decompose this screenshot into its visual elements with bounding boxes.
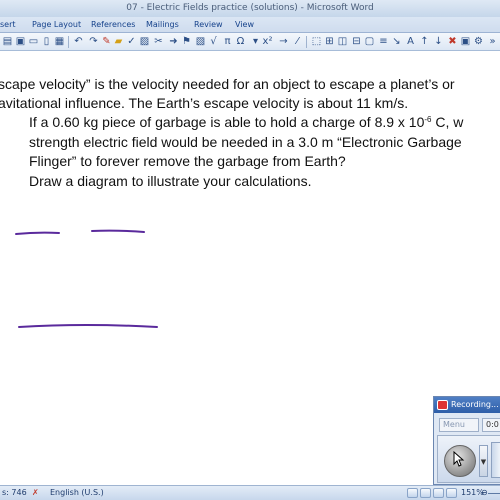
image-icon[interactable]: ▨ [139, 36, 150, 47]
proofing-icon[interactable]: ✗ [32, 486, 39, 500]
print-icon[interactable]: ▦ [54, 36, 65, 47]
symbol-omega-icon[interactable]: Ω [235, 36, 246, 47]
web-layout-button[interactable] [433, 488, 444, 498]
select-icon[interactable]: ⬚ [311, 36, 322, 47]
down-arrow-icon[interactable]: ↓ [433, 36, 444, 47]
redo-icon[interactable]: ↷ [88, 36, 99, 47]
open-icon[interactable]: ▭ [28, 36, 39, 47]
format-icon[interactable]: ▧ [195, 36, 206, 47]
save-icon[interactable]: ▣ [15, 36, 26, 47]
up-arrow-icon[interactable]: ↑ [419, 36, 430, 47]
more-icon[interactable]: » [487, 36, 498, 47]
outline-button[interactable] [446, 488, 457, 498]
tab-references[interactable]: References [91, 18, 135, 32]
pi-icon[interactable]: π [222, 36, 233, 47]
recording-time: 0:0 [482, 418, 500, 432]
recording-title-bar[interactable]: Recording... [434, 397, 500, 413]
cut-icon[interactable]: ✂ [153, 36, 164, 47]
paste-icon[interactable]: ▤ [2, 36, 13, 47]
tab-insert[interactable]: sert [0, 18, 16, 32]
recording-window[interactable]: Recording... Menu 0:0 ▼ [433, 396, 500, 485]
new-icon[interactable]: ▯ [41, 36, 52, 47]
word-count[interactable]: s: 746 [2, 486, 27, 500]
zoom-slider[interactable] [488, 493, 500, 494]
tab-review[interactable]: Review [194, 18, 223, 32]
pen-icon[interactable]: ✎ [101, 36, 112, 47]
ribbon-tabs: sert Page Layout References Mailings Rev… [0, 17, 500, 33]
window-icon[interactable]: ▣ [460, 36, 471, 47]
toolbar-divider [68, 36, 69, 48]
cursor-icon [453, 451, 465, 467]
delete-icon[interactable]: ✖ [447, 36, 458, 47]
chevron-down-icon[interactable]: ▼ [479, 445, 488, 477]
flag-icon[interactable]: ⚑ [181, 36, 192, 47]
ink-stroke-plate-left [15, 231, 60, 235]
status-bar: s: 746 ✗ English (U.S.) 151% ⊖ [0, 485, 500, 500]
undo-icon[interactable]: ↶ [73, 36, 84, 47]
ink-drawing [15, 229, 158, 328]
quick-access-toolbar: ▤ ▣ ▭ ▯ ▦ ↶ ↷ ✎ ▰ ✓ ▨ ✂ ➜ ⚑ ▧ √ π Ω ▾ x²… [0, 33, 500, 51]
shape-icon[interactable]: ◫ [337, 36, 348, 47]
tab-page-layout[interactable]: Page Layout [32, 18, 81, 32]
align-icon[interactable]: ≡ [378, 36, 389, 47]
arrow-right-icon[interactable]: → [278, 36, 289, 47]
text-icon[interactable]: A [405, 36, 416, 47]
arrow-icon[interactable]: ↘ [391, 36, 402, 47]
recorder-menu[interactable]: Menu [439, 418, 479, 432]
recorder-controls: ▼ [437, 435, 500, 483]
record-app-icon [437, 400, 448, 410]
volume-slider[interactable] [491, 442, 500, 478]
zoom-out-icon[interactable]: ⊖ [481, 486, 488, 500]
ink-stroke-plate-right [91, 229, 145, 233]
full-screen-button[interactable] [420, 488, 431, 498]
frame-icon[interactable]: ▢ [364, 36, 375, 47]
tab-view[interactable]: View [235, 18, 254, 32]
highlighter-icon[interactable]: ▰ [113, 36, 124, 47]
grid-icon[interactable]: ⊞ [324, 36, 335, 47]
line-icon[interactable]: ⁄ [292, 36, 303, 47]
tab-mailings[interactable]: Mailings [146, 18, 179, 32]
recording-title: Recording... [451, 400, 499, 409]
window-title: 07 - Electric Fields practice (solutions… [126, 3, 374, 13]
language-status[interactable]: English (U.S.) [50, 486, 104, 500]
equation-icon[interactable]: √ [208, 36, 219, 47]
window-title-bar: 07 - Electric Fields practice (solutions… [0, 0, 500, 17]
settings-icon[interactable]: ⚙ [473, 36, 484, 47]
document-page[interactable]: scape velocity” is the velocity needed f… [0, 51, 500, 485]
superscript-icon[interactable]: x² [262, 36, 273, 47]
spell-check-icon[interactable]: ✓ [126, 36, 137, 47]
circle-arrow-icon[interactable]: ➜ [168, 36, 179, 47]
print-layout-button[interactable] [407, 488, 418, 498]
ink-stroke-plate-bottom [18, 324, 158, 328]
table-icon[interactable]: ⊟ [351, 36, 362, 47]
chevron-down-icon[interactable]: ▾ [250, 36, 261, 47]
toolbar-divider [306, 36, 307, 48]
